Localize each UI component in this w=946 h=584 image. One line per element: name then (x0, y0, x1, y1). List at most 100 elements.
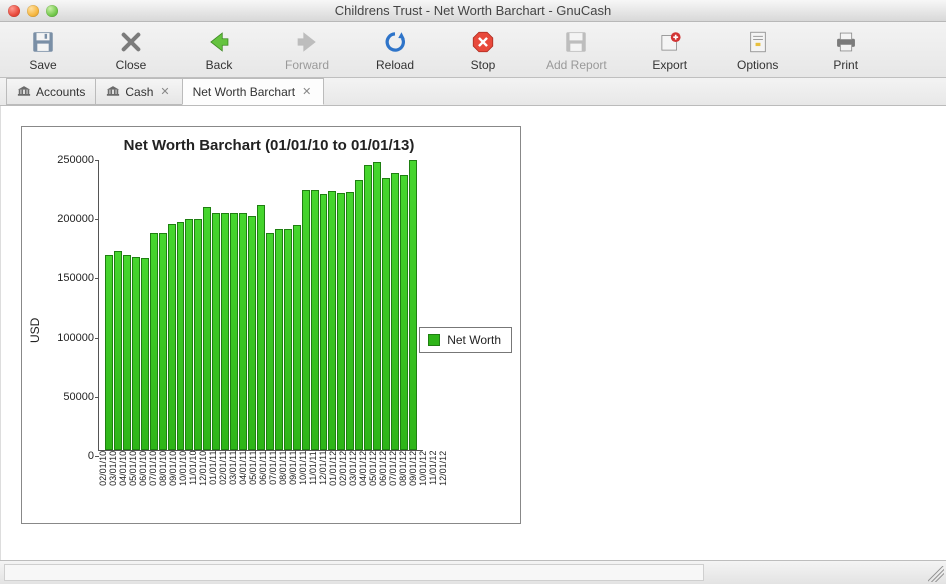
chart-bar (409, 160, 417, 450)
chart-bar (337, 193, 345, 450)
y-tick-label: 50000 (63, 391, 94, 403)
tab-net-worth[interactable]: Net Worth Barchart✕ (182, 78, 325, 105)
minimize-window-icon[interactable] (27, 5, 39, 17)
x-tick-label: 11/01/12 (428, 451, 438, 500)
tab-cash[interactable]: Cash ✕ (95, 78, 182, 105)
statusbar (0, 560, 946, 584)
close-window-icon[interactable] (8, 5, 20, 17)
chart-plot (98, 160, 423, 451)
stop-button-label: Stop (471, 58, 496, 72)
chart-bar (248, 216, 256, 450)
chart-bar (185, 219, 193, 450)
chart-bar (373, 162, 381, 450)
tab-cash-label: Cash (125, 85, 153, 99)
chart-bar (382, 178, 390, 450)
x-tick-label: 07/01/10 (148, 451, 158, 500)
chart-bar (230, 213, 238, 450)
x-tick-label: 06/01/11 (258, 451, 268, 500)
add-report-button-label: Add Report (546, 58, 607, 72)
tab-accounts-label: Accounts (36, 85, 85, 99)
chart-bar (311, 190, 319, 450)
tab-close-icon[interactable]: ✕ (300, 85, 313, 98)
export-button[interactable]: Export (645, 28, 695, 72)
close-button-label: Close (116, 58, 147, 72)
chart-bar (150, 233, 158, 450)
back-button-label: Back (206, 58, 233, 72)
chart-bar (328, 191, 336, 450)
reload-button[interactable]: Reload (370, 28, 420, 72)
x-tick-label: 01/01/11 (208, 451, 218, 500)
back-icon (205, 28, 233, 56)
x-tick-label: 02/01/12 (338, 451, 348, 500)
resize-grip-icon[interactable] (928, 566, 944, 582)
chart-bar (266, 233, 274, 450)
chart-bar (346, 192, 354, 450)
bank-icon (106, 85, 120, 99)
x-tick-label: 01/01/12 (328, 451, 338, 500)
chart-title: Net Worth Barchart (01/01/10 to 01/01/13… (26, 137, 512, 154)
report-frame: Net Worth Barchart (01/01/10 to 01/01/13… (21, 126, 521, 524)
stop-button[interactable]: Stop (458, 28, 508, 72)
save-button[interactable]: Save (18, 28, 68, 72)
chart-legend: Net Worth (419, 327, 512, 353)
chart-bar (168, 224, 176, 450)
print-button[interactable]: Print (821, 28, 871, 72)
y-tick-label: 100000 (57, 332, 94, 344)
tab-close-icon[interactable]: ✕ (158, 85, 171, 98)
status-message-box (4, 564, 704, 581)
chart-bar (355, 180, 363, 450)
x-tick-label: 10/01/10 (178, 451, 188, 500)
report-content: Net Worth Barchart (01/01/10 to 01/01/13… (0, 106, 946, 560)
chart-bar (132, 257, 140, 450)
x-tick-label: 09/01/10 (168, 451, 178, 500)
back-button[interactable]: Back (194, 28, 244, 72)
add-report-button: Add Report (546, 28, 607, 72)
chart-bar (320, 194, 328, 450)
chart-bar (293, 225, 301, 450)
forward-button-label: Forward (285, 58, 329, 72)
x-tick-label: 05/01/12 (368, 451, 378, 500)
chart-bar (284, 229, 292, 450)
reload-button-label: Reload (376, 58, 414, 72)
x-tick-label: 02/01/10 (98, 451, 108, 500)
x-tick-label: 09/01/11 (288, 451, 298, 500)
save-button-label: Save (29, 58, 56, 72)
x-tick-label: 06/01/12 (378, 451, 388, 500)
chart-bar (364, 165, 372, 450)
x-tick-label: 10/01/11 (298, 451, 308, 500)
chart-bar (105, 255, 113, 450)
chart-bar (400, 175, 408, 450)
window-title: Childrens Trust - Net Worth Barchart - G… (0, 3, 946, 18)
y-tick-label: 200000 (57, 213, 94, 225)
chart-bar (177, 222, 185, 451)
x-tick-label: 12/01/11 (318, 451, 328, 500)
x-axis: 02/01/1003/01/1004/01/1005/01/1006/01/10… (98, 451, 423, 500)
options-button[interactable]: Options (733, 28, 783, 72)
y-axis-label: USD (26, 160, 44, 500)
x-tick-label: 03/01/11 (228, 451, 238, 500)
titlebar: Childrens Trust - Net Worth Barchart - G… (0, 0, 946, 22)
chart-bar (114, 251, 122, 450)
x-tick-label: 07/01/12 (388, 451, 398, 500)
x-tick-label: 04/01/11 (238, 451, 248, 500)
x-tick-label: 11/01/10 (188, 451, 198, 500)
x-tick-label: 04/01/12 (358, 451, 368, 500)
x-tick-label: 07/01/11 (268, 451, 278, 500)
chart-bar (159, 233, 167, 450)
chart-bar (194, 219, 202, 450)
chart-bar (391, 173, 399, 450)
x-tick-label: 08/01/10 (158, 451, 168, 500)
legend-label: Net Worth (447, 333, 501, 347)
forward-button: Forward (282, 28, 332, 72)
tab-accounts[interactable]: Accounts (6, 78, 96, 105)
x-tick-label: 12/01/10 (198, 451, 208, 500)
x-tick-label: 08/01/12 (398, 451, 408, 500)
chart-bar (221, 213, 229, 450)
window-controls (8, 5, 58, 17)
zoom-window-icon[interactable] (46, 5, 58, 17)
x-tick-label: 11/01/11 (308, 451, 318, 500)
close-button[interactable]: Close (106, 28, 156, 72)
x-tick-label: 09/01/12 (408, 451, 418, 500)
y-axis: 050000100000150000200000250000 (44, 160, 98, 456)
bank-icon (17, 85, 31, 99)
